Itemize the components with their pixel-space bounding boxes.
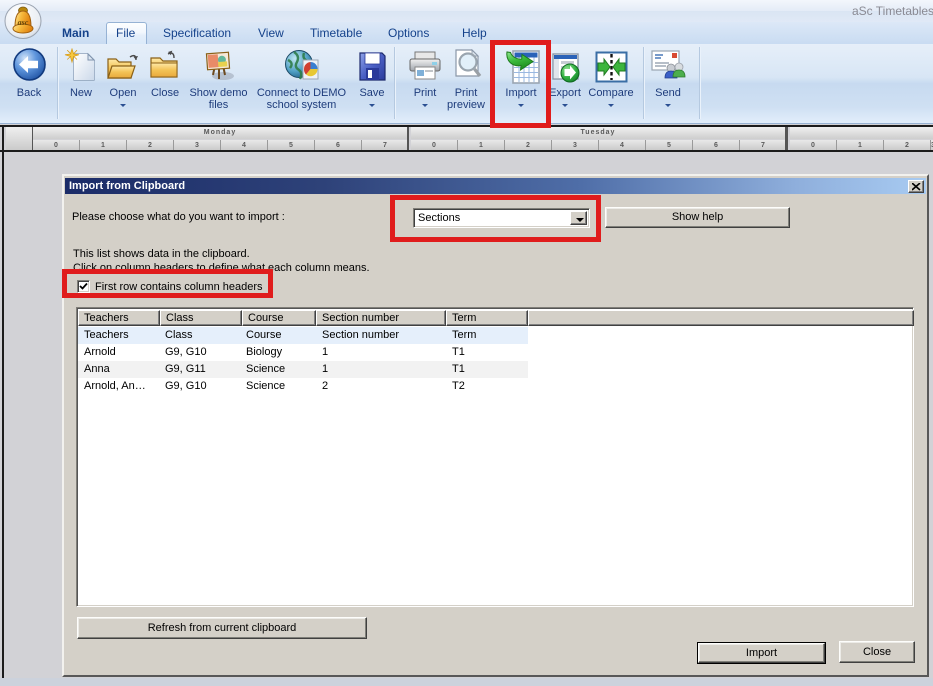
- svg-text:asc: asc: [18, 18, 29, 27]
